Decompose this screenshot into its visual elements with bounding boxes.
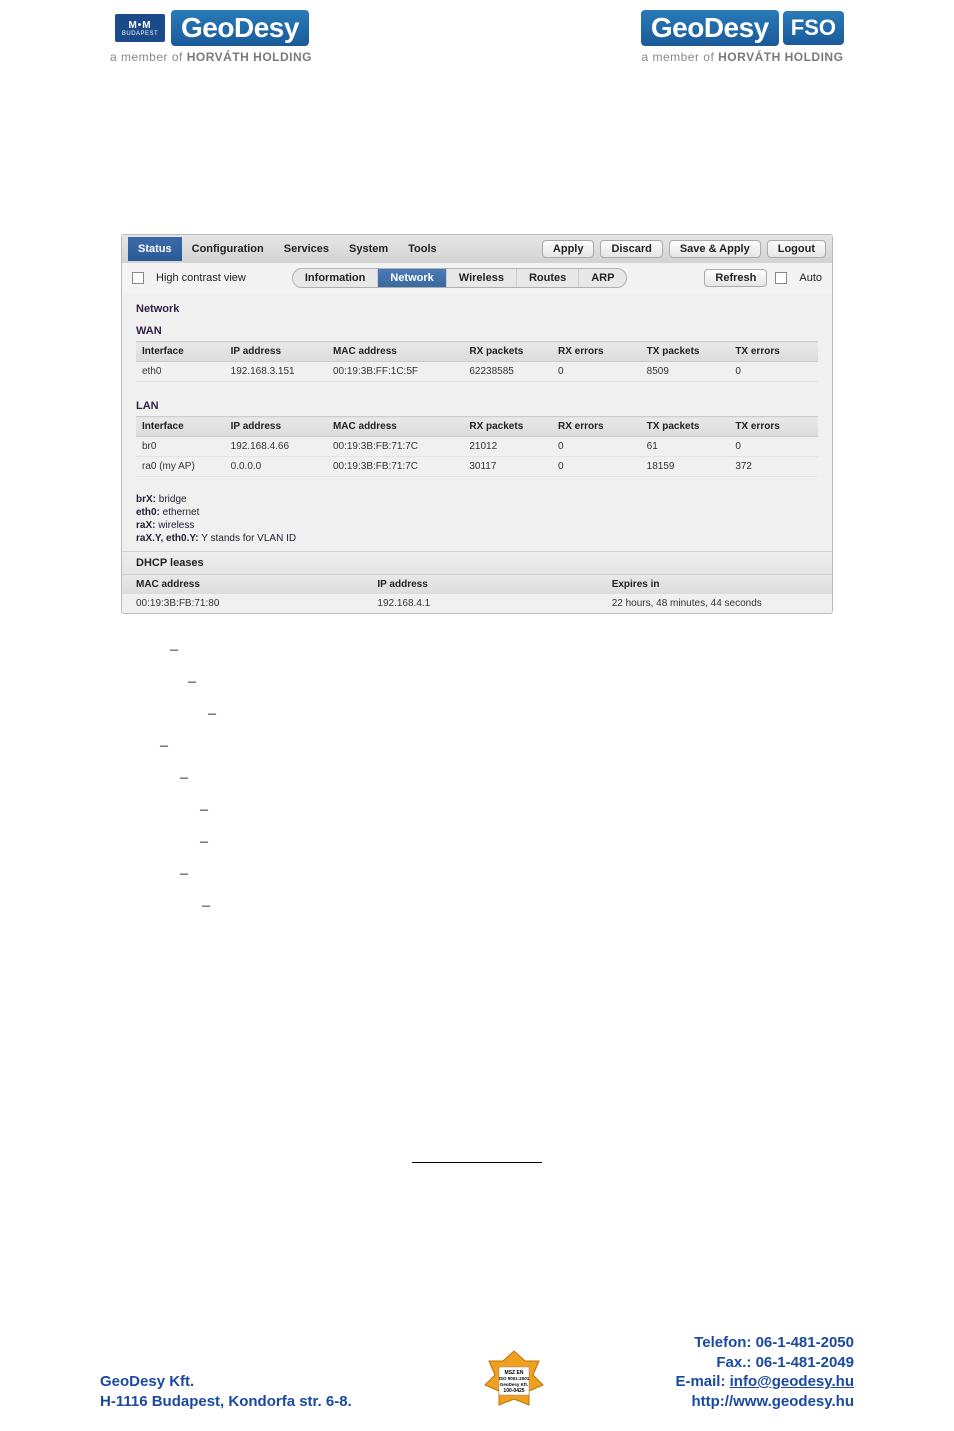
footer-email[interactable]: info@geodesy.hu xyxy=(730,1373,854,1390)
dash-line: – xyxy=(150,794,864,826)
col-mac-address: MAC address xyxy=(327,342,463,362)
col-tx-errors: TX errors xyxy=(729,342,818,362)
company-address: H-1116 Budapest, Kondorfa str. 6-8. xyxy=(100,1392,352,1412)
col-rx-errors: RX errors xyxy=(552,342,641,362)
dash-line: – xyxy=(150,858,864,890)
footer-web: http://www.geodesy.hu xyxy=(675,1392,854,1412)
col-ip-address: IP address xyxy=(225,342,327,362)
footer-left: GeoDesy Kft. H-1116 Budapest, Kondorfa s… xyxy=(100,1372,352,1411)
col-interface: Interface xyxy=(136,342,225,362)
geodesy-logo-right: GeoDesy xyxy=(641,10,779,46)
col-rx-packets: RX packets xyxy=(463,417,552,437)
sub-toolbar: High contrast view InformationNetworkWir… xyxy=(122,263,832,293)
mom-top: M•M xyxy=(128,20,151,31)
col-ip-address: IP address xyxy=(363,575,597,594)
mom-bottom: BUDAPEST xyxy=(122,31,158,37)
dash-line: – xyxy=(150,890,864,922)
refresh-button[interactable]: Refresh xyxy=(704,269,767,287)
col-mac-address: MAC address xyxy=(327,417,463,437)
lan-title: LAN xyxy=(136,400,818,412)
table-row: eth0192.168.3.15100:19:3B:FF:1C:5F622385… xyxy=(136,362,818,382)
svg-text:GeoDesy Kft.: GeoDesy Kft. xyxy=(499,1382,527,1387)
dash-line: – xyxy=(150,698,864,730)
table-row: ra0 (my AP)0.0.0.000:19:3B:FB:71:7C30117… xyxy=(136,457,818,477)
top-toolbar: StatusConfigurationServicesSystemTools A… xyxy=(122,235,832,263)
topnav-services[interactable]: Services xyxy=(274,237,339,261)
svg-text:ISO 9001:2001: ISO 9001:2001 xyxy=(498,1376,529,1381)
wan-table: InterfaceIP addressMAC addressRX packets… xyxy=(136,341,818,382)
app-window: StatusConfigurationServicesSystemTools A… xyxy=(121,234,833,614)
col-tx-errors: TX errors xyxy=(729,417,818,437)
signature-line xyxy=(412,1162,542,1163)
col-tx-packets: TX packets xyxy=(641,417,730,437)
page-footer: GeoDesy Kft. H-1116 Budapest, Kondorfa s… xyxy=(90,1333,864,1411)
auto-checkbox[interactable] xyxy=(775,272,787,284)
apply-button[interactable]: Apply xyxy=(542,240,595,258)
cert-badge: MSZ EN ISO 9001:2001 GeoDesy Kft. 100-04… xyxy=(483,1349,545,1411)
save-apply-button[interactable]: Save & Apply xyxy=(669,240,761,258)
subtab-arp[interactable]: ARP xyxy=(579,269,626,287)
dhcp-title: DHCP leases xyxy=(122,551,832,575)
subtab-information[interactable]: Information xyxy=(293,269,379,287)
col-expires-in: Expires in xyxy=(598,575,832,594)
col-mac-address: MAC address xyxy=(122,575,363,594)
page-header: M•M BUDAPEST GeoDesy a member of HORVÁTH… xyxy=(90,10,864,74)
col-rx-errors: RX errors xyxy=(552,417,641,437)
subtab-network[interactable]: Network xyxy=(378,269,446,287)
member-line-left: a member of HORVÁTH HOLDING xyxy=(110,50,312,64)
wan-title: WAN xyxy=(136,325,818,337)
member-line-right: a member of HORVÁTH HOLDING xyxy=(641,50,843,64)
bullet-dashes: ––––––––– xyxy=(90,614,864,922)
auto-label: Auto xyxy=(799,272,822,284)
topnav-configuration[interactable]: Configuration xyxy=(182,237,274,261)
footer-fax: Fax.: 06-1-481-2049 xyxy=(675,1353,854,1373)
topnav-tools[interactable]: Tools xyxy=(398,237,447,261)
dhcp-table: MAC addressIP addressExpires in 00:19:3B… xyxy=(122,575,832,613)
topnav-status[interactable]: Status xyxy=(128,237,182,261)
table-row: br0192.168.4.6600:19:3B:FB:71:7C21012061… xyxy=(136,437,818,457)
logo-right: GeoDesy FSO a member of HORVÁTH HOLDING xyxy=(641,10,844,64)
high-contrast-checkbox[interactable] xyxy=(132,272,144,284)
sub-tabs: InformationNetworkWirelessRoutesARP xyxy=(292,268,628,288)
svg-text:100-0425: 100-0425 xyxy=(503,1388,524,1394)
mom-badge: M•M BUDAPEST xyxy=(113,12,167,44)
dash-line: – xyxy=(150,730,864,762)
fso-badge: FSO xyxy=(783,11,844,45)
subtab-wireless[interactable]: Wireless xyxy=(447,269,517,287)
discard-button[interactable]: Discard xyxy=(600,240,662,258)
lan-table: InterfaceIP addressMAC addressRX packets… xyxy=(136,416,818,477)
logout-button[interactable]: Logout xyxy=(767,240,826,258)
dash-line: – xyxy=(150,634,864,666)
interface-legend: brX: bridge eth0: ethernet raX: wireless… xyxy=(122,481,832,551)
col-ip-address: IP address xyxy=(225,417,327,437)
col-tx-packets: TX packets xyxy=(641,342,730,362)
network-title: Network xyxy=(136,303,818,315)
footer-right: Telefon: 06-1-481-2050 Fax.: 06-1-481-20… xyxy=(675,1333,854,1411)
col-interface: Interface xyxy=(136,417,225,437)
topnav-system[interactable]: System xyxy=(339,237,398,261)
subtab-routes[interactable]: Routes xyxy=(517,269,579,287)
top-nav: StatusConfigurationServicesSystemTools xyxy=(128,237,447,261)
dash-line: – xyxy=(150,666,864,698)
table-row: 00:19:3B:FB:71:80192.168.4.122 hours, 48… xyxy=(122,594,832,613)
geodesy-logo: GeoDesy xyxy=(171,10,309,46)
high-contrast-label: High contrast view xyxy=(156,272,246,284)
footer-tel: Telefon: 06-1-481-2050 xyxy=(675,1333,854,1353)
dash-line: – xyxy=(150,826,864,858)
col-rx-packets: RX packets xyxy=(463,342,552,362)
dash-line: – xyxy=(150,762,864,794)
company-name: GeoDesy Kft. xyxy=(100,1372,352,1392)
logo-left: M•M BUDAPEST GeoDesy a member of HORVÁTH… xyxy=(110,10,312,64)
